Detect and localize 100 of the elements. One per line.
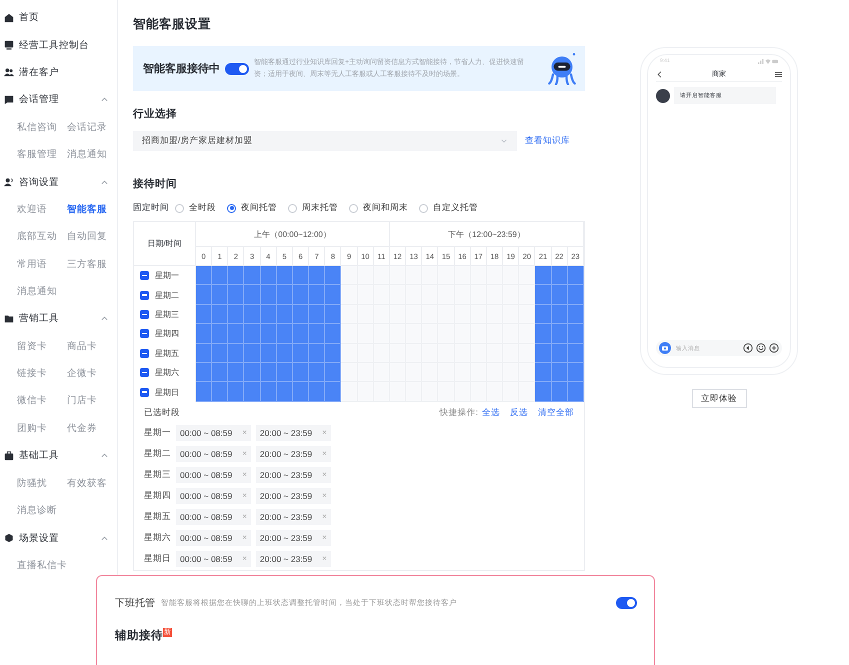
day-checkbox[interactable] [140, 271, 149, 280]
day-checkbox[interactable] [140, 368, 149, 378]
time-slot-cell[interactable] [260, 382, 277, 402]
time-slot-cell[interactable] [325, 304, 342, 324]
menu-icon[interactable] [775, 70, 782, 78]
time-slot-cell[interactable] [309, 382, 326, 402]
time-slot-cell[interactable] [212, 266, 228, 286]
time-slot-cell[interactable] [309, 266, 326, 286]
radio-option[interactable]: 全时段 [175, 202, 216, 214]
time-slot-cell[interactable] [325, 266, 342, 286]
time-slot-cell[interactable] [535, 344, 552, 363]
time-slot-cell[interactable] [228, 362, 244, 382]
time-slot-cell[interactable] [535, 362, 552, 382]
shortcut-link[interactable]: 全选 [482, 406, 500, 419]
toggle-switch[interactable] [225, 62, 249, 74]
nav-subitem[interactable]: 链接卡 [17, 360, 47, 388]
time-slot-cell[interactable] [568, 266, 584, 286]
day-checkbox[interactable] [140, 290, 149, 300]
plus-icon[interactable] [769, 343, 779, 353]
shortcut-link[interactable]: 清空全部 [538, 406, 574, 419]
remove-button[interactable]: × [242, 533, 247, 542]
nav-item[interactable]: 潜在客户 [19, 66, 59, 79]
time-slot-cell[interactable] [309, 344, 326, 363]
time-slot-cell[interactable] [292, 382, 310, 402]
try-button[interactable]: 立即体验 [692, 389, 746, 408]
nav-item[interactable]: 基础工具 [19, 449, 59, 462]
nav-subitem[interactable]: 商品卡 [67, 332, 97, 360]
nav-subitem[interactable]: 欢迎语 [17, 196, 47, 224]
radio-option[interactable]: 周末托管 [288, 202, 338, 214]
time-slot-cell[interactable] [568, 285, 584, 305]
time-slot-cell[interactable] [196, 344, 212, 363]
time-slot-cell[interactable] [535, 324, 552, 344]
voice-icon[interactable] [743, 343, 753, 353]
time-slot-cell[interactable] [292, 266, 310, 286]
nav-subitem[interactable]: 三方客服 [67, 250, 107, 278]
time-slot-cell[interactable] [212, 344, 228, 363]
nav-subitem[interactable]: 消息通知 [17, 278, 57, 306]
caret-icon[interactable] [101, 97, 108, 102]
time-slot-cell[interactable] [228, 382, 244, 402]
time-slot-cell[interactable] [276, 285, 293, 305]
time-slot-cell[interactable] [212, 382, 228, 402]
caret-icon[interactable] [101, 316, 108, 322]
time-slot-cell[interactable] [325, 324, 342, 344]
time-slot-cell[interactable] [535, 382, 552, 402]
nav-subitem[interactable]: 自动回复 [67, 223, 107, 251]
radio-option[interactable]: 夜间托管 [227, 202, 277, 214]
nav-subitem[interactable]: 直播私信卡 [17, 552, 67, 580]
caret-icon[interactable] [101, 536, 108, 541]
nav-subitem[interactable]: 常用语 [17, 250, 47, 278]
chevron-icon[interactable] [501, 139, 507, 143]
time-slot-cell[interactable] [244, 304, 261, 324]
time-slot-cell[interactable] [228, 285, 244, 305]
nav-subitem[interactable]: 微信卡 [17, 387, 47, 415]
nav-item[interactable]: 会话管理 [19, 93, 59, 106]
nav-subitem[interactable]: 留资卡 [17, 332, 47, 360]
time-slot-cell[interactable] [552, 382, 568, 402]
time-slot-cell[interactable] [552, 266, 568, 286]
industry-select[interactable]: 招商加盟/房产家居建材加盟 [133, 131, 517, 151]
time-slot-cell[interactable] [552, 285, 568, 305]
time-slot-cell[interactable] [325, 285, 342, 305]
caret-icon[interactable] [101, 180, 108, 185]
nav-subitem[interactable]: 有效获客 [67, 470, 107, 498]
remove-button[interactable]: × [242, 491, 247, 500]
remove-button[interactable]: × [322, 491, 327, 500]
time-slot-cell[interactable] [212, 362, 228, 382]
time-slot-cell[interactable] [535, 304, 552, 324]
remove-button[interactable]: × [322, 449, 327, 458]
time-slot-cell[interactable] [212, 324, 228, 344]
time-slot-cell[interactable] [196, 324, 212, 344]
remove-button[interactable]: × [322, 554, 327, 564]
radio-option[interactable]: 夜间和周末 [349, 202, 408, 214]
nav-subitem[interactable]: 防骚扰 [17, 470, 47, 498]
time-slot-cell[interactable] [276, 324, 293, 344]
time-slot-cell[interactable] [309, 362, 326, 382]
remove-button[interactable]: × [242, 470, 247, 480]
nav-subitem[interactable]: 团购卡 [17, 414, 47, 442]
remove-button[interactable]: × [242, 428, 247, 438]
nav-item[interactable]: 经营工具控制台 [19, 38, 89, 52]
time-slot-cell[interactable] [196, 285, 212, 305]
time-slot-cell[interactable] [244, 285, 261, 305]
time-slot-cell[interactable] [260, 266, 277, 286]
nav-subitem[interactable]: 会话记录 [67, 114, 107, 141]
nav-subitem[interactable]: 消息诊断 [17, 497, 57, 524]
day-checkbox[interactable] [140, 329, 149, 338]
time-slot-cell[interactable] [535, 266, 552, 286]
day-checkbox[interactable] [140, 310, 149, 319]
time-slot-cell[interactable] [568, 324, 584, 344]
time-slot-cell[interactable] [196, 304, 212, 324]
nav-subitem[interactable]: 消息通知 [67, 140, 107, 168]
remove-button[interactable]: × [322, 512, 327, 522]
camera-icon[interactable] [659, 342, 671, 354]
time-slot-cell[interactable] [260, 324, 277, 344]
nav-item[interactable]: 场景设置 [19, 532, 59, 545]
time-slot-cell[interactable] [309, 304, 326, 324]
radio-option[interactable]: 自定义托管 [419, 202, 478, 214]
nav-item[interactable]: 咨询设置 [19, 176, 59, 189]
time-slot-cell[interactable] [244, 266, 261, 286]
remove-button[interactable]: × [242, 554, 247, 564]
back-icon[interactable] [656, 70, 663, 78]
time-slot-cell[interactable] [212, 304, 228, 324]
